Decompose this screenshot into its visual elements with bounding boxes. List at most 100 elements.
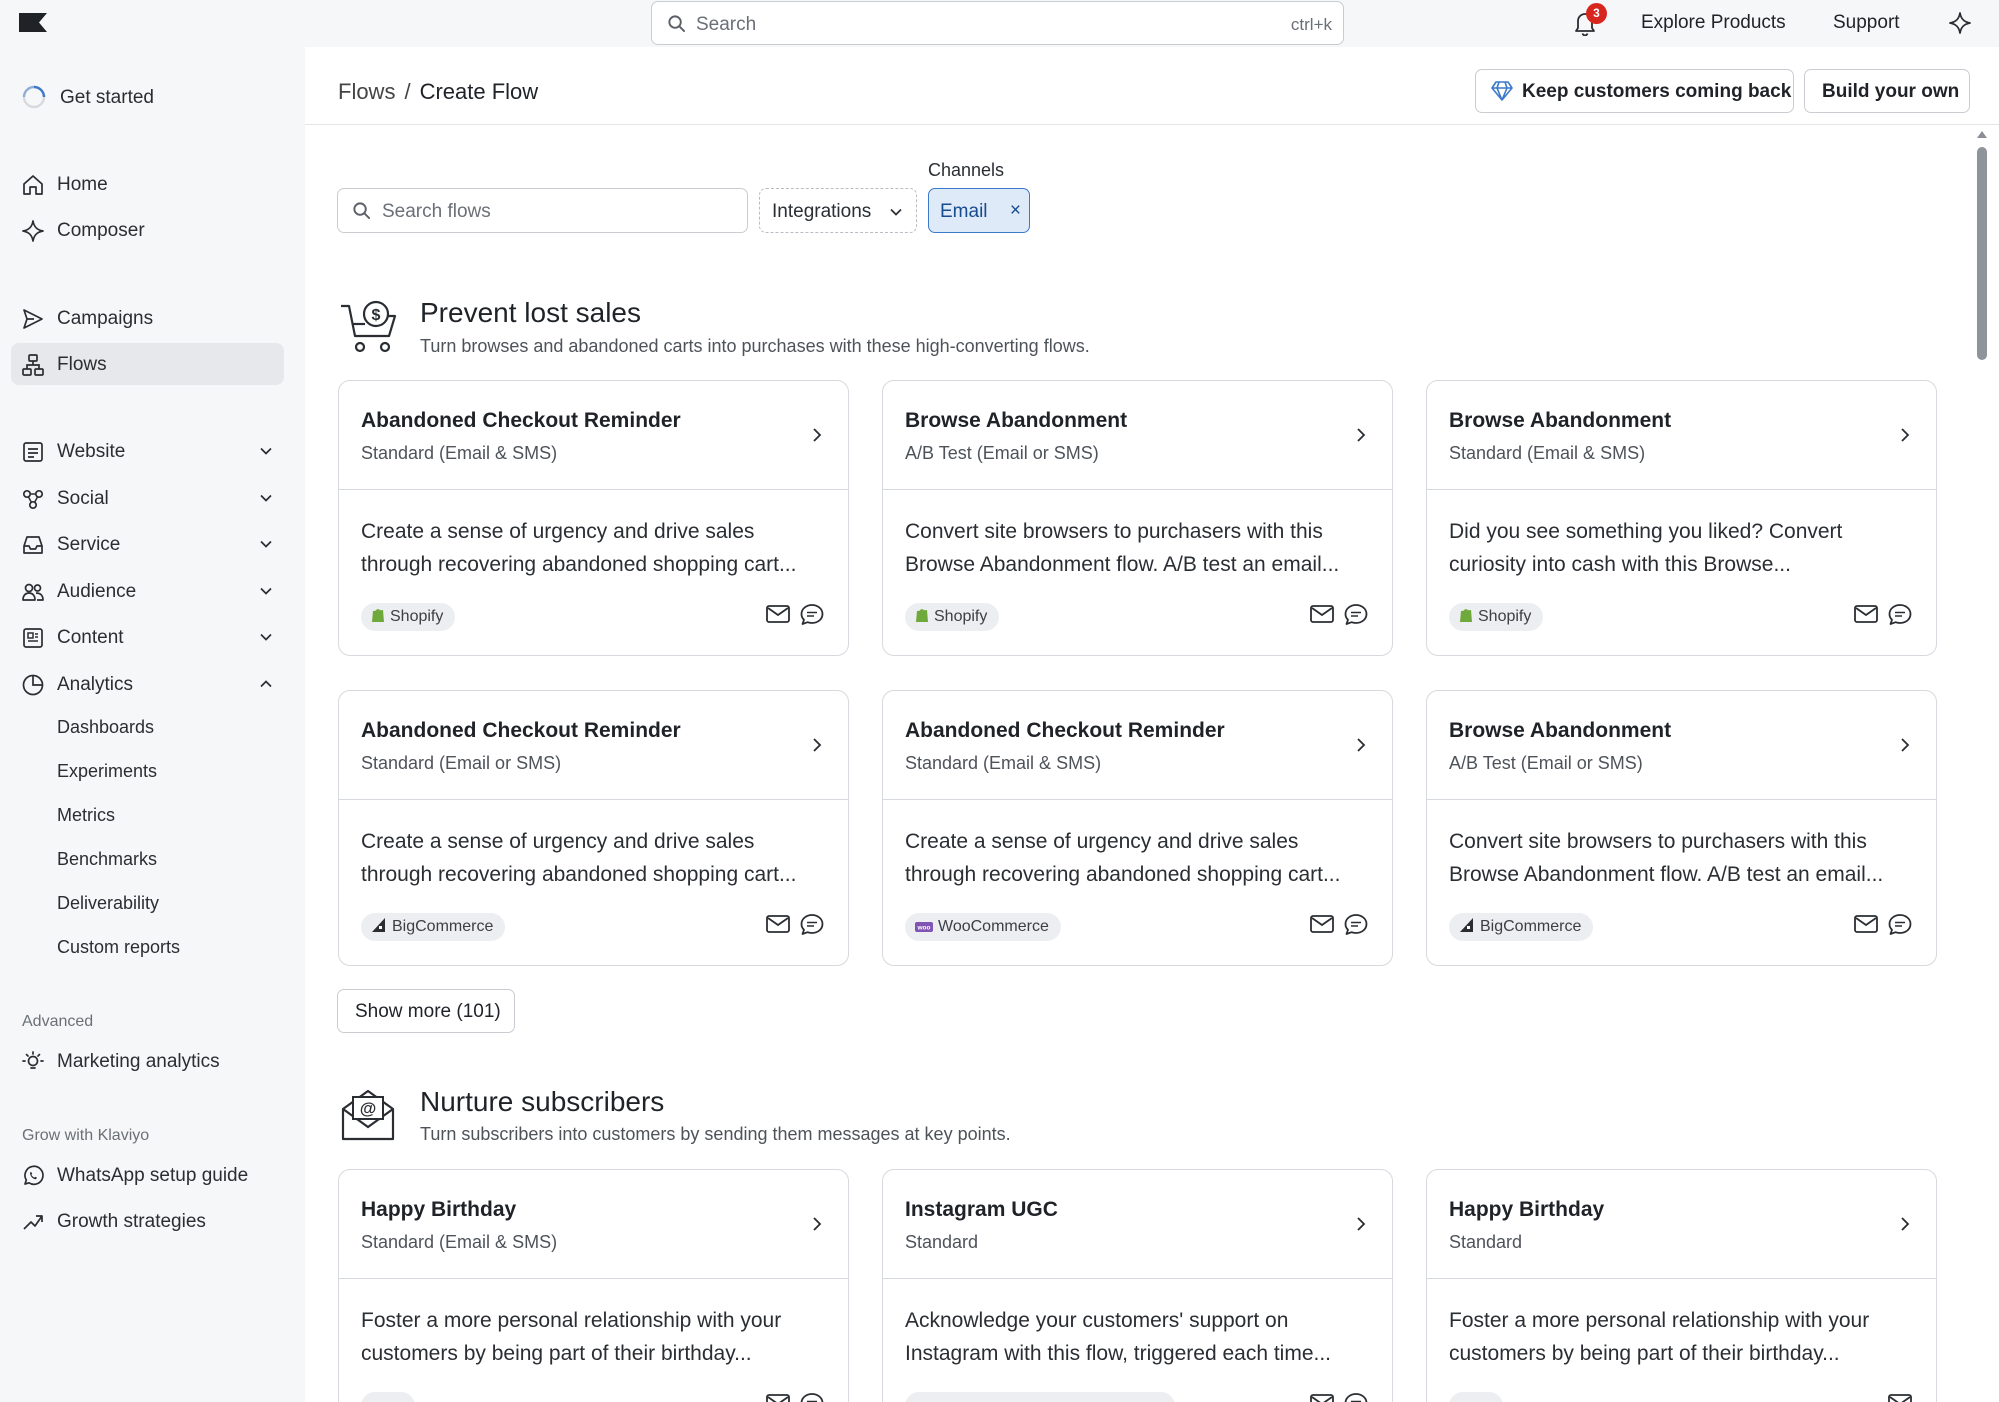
flow-card-title: Abandoned Checkout Reminder: [361, 409, 681, 432]
email-icon: [1853, 603, 1879, 625]
sidebar-item-campaigns[interactable]: Campaigns: [11, 297, 284, 339]
support-link[interactable]: Support: [1833, 12, 1900, 34]
flow-card[interactable]: Happy Birthday Standard Foster a more pe…: [1426, 1169, 1937, 1402]
chevron-down-icon: [259, 444, 273, 458]
integrations-dropdown[interactable]: Integrations: [759, 188, 917, 233]
flow-card[interactable]: Abandoned Checkout Reminder Standard (Em…: [882, 690, 1393, 966]
section-title: Nurture subscribers: [420, 1086, 665, 1117]
sidebar-item-home[interactable]: Home: [11, 163, 284, 205]
chevron-down-icon: [259, 537, 273, 551]
sidebar-item-audience[interactable]: Audience: [11, 570, 284, 612]
flow-card-header: Happy Birthday Standard (Email & SMS): [339, 1170, 848, 1279]
flow-card-title: Abandoned Checkout Reminder: [905, 719, 1225, 742]
sidebar-item-label: Get started: [60, 87, 154, 108]
flow-card-title: Happy Birthday: [361, 1198, 517, 1221]
sidebar-subitem-dashboards[interactable]: Dashboards: [57, 717, 154, 738]
sidebar-item-service[interactable]: Service: [11, 523, 284, 565]
flows-icon: [21, 353, 45, 377]
breadcrumb-current: Create Flow: [419, 79, 539, 104]
sidebar-item-label: WhatsApp setup guide: [57, 1165, 249, 1186]
integration-tag: Shopify: [361, 603, 456, 631]
integrations-label: Integrations: [772, 201, 872, 222]
integration-tag: Shopify: [1449, 603, 1544, 631]
flow-card[interactable]: Browse Abandonment A/B Test (Email or SM…: [1426, 690, 1937, 966]
chevron-right-icon: [1899, 427, 1911, 443]
chevron-right-icon: [811, 1216, 823, 1232]
search-flows-input[interactable]: Search flows: [337, 188, 748, 233]
chevron-down-icon: [259, 491, 273, 505]
sidebar-item-analytics[interactable]: Analytics: [11, 663, 284, 705]
email-icon: [765, 603, 791, 625]
keep-customers-button[interactable]: Keep customers coming back: [1475, 69, 1794, 113]
sms-icon: [1887, 913, 1913, 937]
email-icon: [1887, 1392, 1913, 1402]
ai-sparkle-icon[interactable]: [1948, 11, 1972, 35]
flow-card-subtitle: Standard (Email & SMS): [361, 443, 558, 463]
sms-icon: [799, 1392, 825, 1402]
sparkle-icon: [21, 219, 45, 243]
flow-card[interactable]: Browse Abandonment Standard (Email & SMS…: [1426, 380, 1937, 656]
flow-card[interactable]: Abandoned Checkout Reminder Standard (Em…: [338, 380, 849, 656]
global-search-input[interactable]: Search ctrl+k: [651, 1, 1344, 45]
sidebar-item-content[interactable]: Content: [11, 616, 284, 658]
chevron-right-icon: [1355, 737, 1367, 753]
flow-card-header: Happy Birthday Standard: [1427, 1170, 1936, 1279]
sidebar-subitem-deliverability[interactable]: Deliverability: [57, 893, 159, 914]
sidebar-section-grow: Grow with Klaviyo: [22, 1127, 150, 1144]
show-more-label: Show more (101): [355, 1001, 501, 1022]
sidebar-subitem-custom-reports[interactable]: Custom reports: [57, 937, 180, 958]
sidebar-item-growth-strategies[interactable]: Growth strategies: [11, 1200, 284, 1242]
scrollbar-thumb[interactable]: [1977, 147, 1987, 360]
sidebar-item-website[interactable]: Website: [11, 430, 284, 472]
breadcrumb: Flows / Create Flow: [338, 79, 538, 105]
sidebar-item-label: Campaigns: [57, 308, 154, 329]
analytics-icon: [21, 673, 45, 697]
explore-products-link[interactable]: Explore Products: [1641, 12, 1786, 34]
sidebar-subitem-experiments[interactable]: Experiments: [57, 761, 157, 782]
sidebar-item-flows[interactable]: Flows: [11, 343, 284, 385]
sms-icon: [1887, 603, 1913, 627]
flow-card-description: Create a sense of urgency and drive sale…: [905, 830, 1341, 886]
chevron-right-icon: [1355, 1216, 1367, 1232]
scroll-up-arrow-icon[interactable]: [1977, 131, 1987, 138]
sidebar-item-whatsapp-guide[interactable]: WhatsApp setup guide: [11, 1154, 284, 1196]
shopify-icon: [915, 607, 929, 623]
flow-card-subtitle: Standard (Email & SMS): [361, 1232, 558, 1252]
sidebar-item-composer[interactable]: Composer: [11, 209, 284, 251]
email-icon: [1309, 603, 1335, 625]
klaviyo-logo[interactable]: [19, 13, 47, 32]
sidebar-item-get-started[interactable]: Get started: [11, 76, 284, 118]
email-icon: [765, 913, 791, 935]
sidebar-item-social[interactable]: Social: [11, 477, 284, 519]
sidebar-item-marketing-analytics[interactable]: Marketing analytics: [11, 1040, 284, 1082]
flow-card-header: Browse Abandonment A/B Test (Email or SM…: [883, 381, 1392, 490]
flow-card[interactable]: Browse Abandonment A/B Test (Email or SM…: [882, 380, 1393, 656]
build-your-own-button[interactable]: Build your own: [1804, 69, 1970, 113]
search-shortcut-hint: ctrl+k: [1290, 15, 1332, 34]
flow-card-header: Instagram UGC Standard: [883, 1170, 1392, 1279]
sidebar-subitem-benchmarks[interactable]: Benchmarks: [57, 849, 157, 870]
chevron-down-icon: [889, 205, 903, 219]
lightbulb-icon: [21, 1050, 45, 1074]
show-more-button[interactable]: Show more (101): [337, 989, 515, 1033]
top-bar: Search ctrl+k 3 Explore Products Support: [0, 0, 1999, 47]
main-scrollbar[interactable]: [1972, 125, 1992, 1402]
integration-tag: BigCommerce: [1449, 913, 1594, 941]
flow-card-title: Abandoned Checkout Reminder: [361, 719, 681, 742]
sms-icon: [1343, 913, 1369, 937]
cart-dollar-icon: $: [339, 298, 401, 354]
flow-card-description: Convert site browsers to purchasers with…: [1449, 830, 1884, 886]
shopify-icon: [371, 607, 385, 623]
send-icon: [21, 307, 45, 331]
breadcrumb-flows-link[interactable]: Flows: [338, 79, 395, 104]
sidebar-subitem-metrics[interactable]: Metrics: [57, 805, 115, 826]
integration-tag: woo WooCommerce: [905, 913, 1061, 941]
channel-chip-email[interactable]: Email ×: [928, 188, 1030, 233]
chevron-right-icon: [1355, 427, 1367, 443]
sms-icon: [1343, 603, 1369, 627]
flow-card[interactable]: Abandoned Checkout Reminder Standard (Em…: [338, 690, 849, 966]
flow-card[interactable]: Instagram UGC Standard Acknowledge your …: [882, 1169, 1393, 1402]
flow-card[interactable]: Happy Birthday Standard (Email & SMS) Fo…: [338, 1169, 849, 1402]
bigcommerce-icon: [371, 917, 387, 933]
close-icon[interactable]: ×: [1010, 201, 1021, 220]
